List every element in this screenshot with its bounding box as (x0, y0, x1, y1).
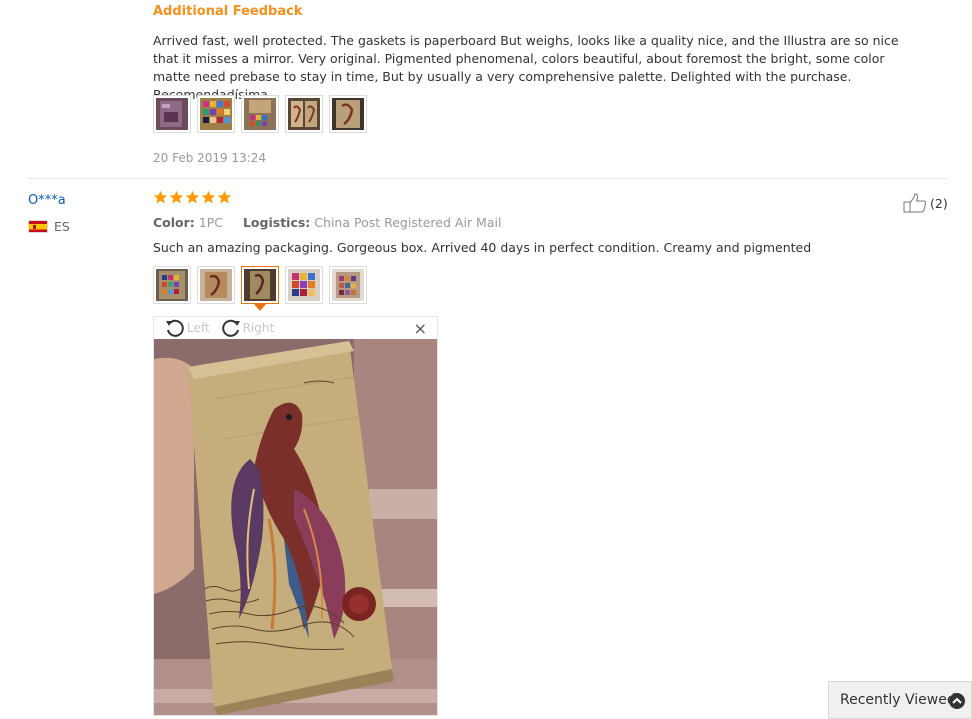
review-photo-thumbnail[interactable] (197, 266, 235, 304)
review-page: Additional Feedback Arrived fast, well p… (0, 0, 972, 719)
review-photo-thumbnail[interactable] (197, 95, 235, 133)
chevron-up-icon (949, 693, 965, 709)
reviewer-country: ES (28, 219, 70, 234)
viewer-toolbar: Left Right × (154, 317, 437, 339)
review-photo (200, 98, 232, 130)
review-photo-thumbnail[interactable] (329, 266, 367, 304)
star-icon (153, 190, 168, 204)
review-divider (28, 178, 947, 179)
color-label: Color: (153, 215, 195, 230)
review-photo (156, 269, 188, 301)
review-photo (332, 269, 364, 301)
recently-viewed-tab[interactable]: Recently Viewed (828, 681, 972, 719)
rotate-left-button[interactable]: Left (164, 318, 210, 338)
review-photo-thumbnail[interactable] (153, 266, 191, 304)
rotate-right-icon (221, 319, 240, 337)
star-icon (185, 190, 200, 204)
helpful-button[interactable]: (2) (903, 193, 948, 213)
order-info: Color: 1PC Logistics: China Post Registe… (153, 215, 501, 230)
star-icon (217, 190, 232, 204)
thumbs-up-icon (903, 193, 927, 213)
close-icon[interactable]: × (414, 319, 427, 338)
recently-viewed-label: Recently Viewed (840, 692, 956, 708)
review-photo-thumbnail[interactable] (285, 266, 323, 304)
review-photo (156, 98, 188, 130)
review-photo (244, 98, 276, 130)
review-date: 20 Feb 2019 13:24 (153, 151, 267, 165)
image-viewer: Left Right × (153, 316, 438, 716)
review-photo-thumbnail[interactable] (153, 95, 191, 133)
rotate-left-icon (166, 319, 184, 337)
rating-stars (153, 190, 232, 205)
reviewer-name[interactable]: O***a (28, 193, 66, 208)
star-icon (169, 190, 184, 204)
review-photo (288, 98, 320, 130)
logistics-value: China Post Registered Air Mail (314, 215, 502, 230)
review-photo (288, 269, 320, 301)
review-photo-thumbnail-active[interactable] (241, 266, 279, 311)
logistics-label: Logistics: (242, 215, 311, 230)
rotate-left-label: Left (187, 321, 210, 335)
review-photo (200, 269, 232, 301)
review-text: Such an amazing packaging. Gorgeous box.… (153, 240, 812, 255)
color-value: 1PC (198, 215, 223, 230)
review-photo-thumbnail[interactable] (285, 95, 323, 133)
rotate-right-label: Right (242, 321, 275, 335)
additional-feedback-text: Arrived fast, well protected. The gasket… (153, 33, 899, 102)
additional-feedback-title: Additional Feedback (153, 4, 303, 19)
enlarged-review-photo (154, 339, 437, 715)
review-photo-thumbnail[interactable] (329, 95, 367, 133)
rotate-right-button[interactable]: Right (220, 318, 275, 338)
helpful-count: (2) (930, 195, 948, 211)
review-photo-thumbnail[interactable] (241, 95, 279, 133)
star-icon (201, 190, 216, 204)
review-photo (332, 98, 364, 130)
review-photo (244, 269, 276, 301)
first-review-thumbnails (153, 95, 367, 133)
second-review-thumbnails (153, 266, 367, 311)
country-code: ES (54, 219, 70, 234)
flag-es-icon (28, 220, 48, 233)
